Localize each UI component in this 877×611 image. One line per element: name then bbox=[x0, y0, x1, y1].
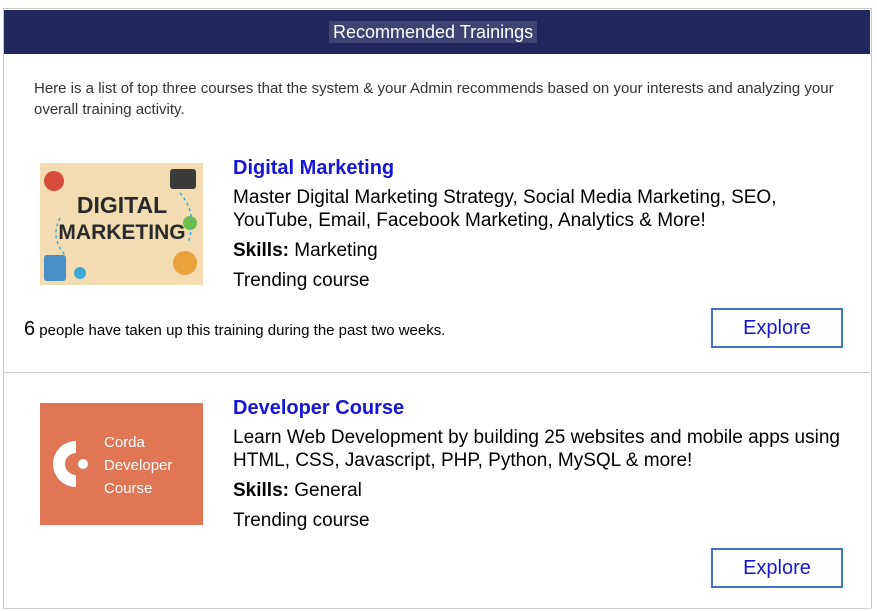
dm-image-text-line1: DIGITAL bbox=[77, 192, 167, 218]
course-description: Learn Web Development by building 25 web… bbox=[233, 427, 840, 471]
course-title-digital-marketing[interactable]: Digital Marketing bbox=[233, 157, 394, 180]
dev-image-text-line1: Corda bbox=[104, 434, 146, 451]
intro-text: Here is a list of top three courses that… bbox=[34, 80, 834, 118]
course-title-developer[interactable]: Developer Course bbox=[233, 397, 404, 420]
skills-label: Skills: bbox=[233, 240, 289, 261]
corda-logo-illustration: Corda Developer Course bbox=[40, 403, 203, 525]
course-skills: Skills: General bbox=[233, 480, 362, 502]
course-description: Master Digital Marketing Strategy, Socia… bbox=[233, 187, 777, 231]
skills-value: General bbox=[294, 480, 362, 501]
developer-course-thumbnail[interactable]: Corda Developer Course bbox=[40, 403, 203, 525]
dm-image-text-line2: MARKETING bbox=[58, 221, 185, 244]
course-skills: Skills: Marketing bbox=[233, 240, 378, 262]
dev-image-text-line2: Developer bbox=[104, 457, 172, 474]
trending-tag: Trending course bbox=[233, 270, 370, 291]
explore-button-developer[interactable]: Explore bbox=[711, 548, 843, 588]
trending-tag: Trending course bbox=[233, 510, 370, 531]
enrollment-note: 6 people have taken up this training dur… bbox=[24, 318, 445, 341]
digital-marketing-illustration: DIGITAL MARKETING bbox=[40, 163, 203, 285]
explore-button-digital-marketing[interactable]: Explore bbox=[711, 308, 843, 348]
digital-marketing-thumbnail[interactable]: DIGITAL MARKETING bbox=[40, 163, 203, 285]
enrollment-count: 6 bbox=[24, 318, 36, 340]
skills-value: Marketing bbox=[294, 240, 378, 261]
enrollment-text: people have taken up this training durin… bbox=[39, 322, 446, 339]
dev-image-text-line3: Course bbox=[104, 480, 152, 497]
skills-label: Skills: bbox=[233, 480, 289, 501]
course-divider bbox=[4, 372, 870, 373]
panel-title: Recommended Trainings bbox=[329, 21, 538, 43]
course-divider bbox=[4, 608, 870, 609]
